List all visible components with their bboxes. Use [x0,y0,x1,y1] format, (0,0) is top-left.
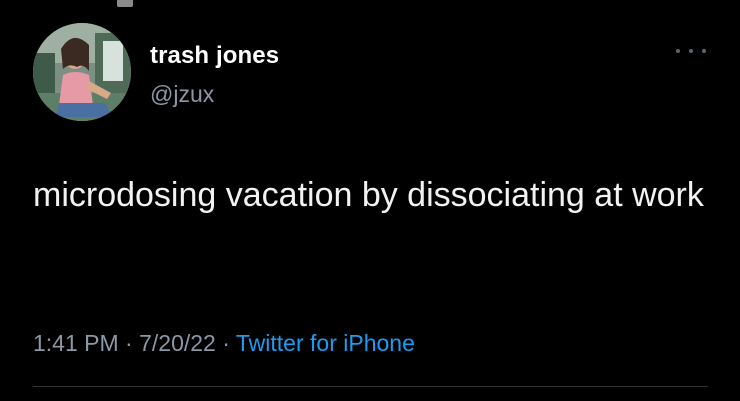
dot [676,49,680,53]
meta-separator: · [222,330,230,356]
dot [702,49,706,53]
avatar[interactable] [33,23,131,121]
divider [33,386,708,387]
dot [689,49,693,53]
avatar-photo [33,23,131,121]
more-horizontal-icon[interactable] [676,44,706,58]
tweet-date[interactable]: 7/20/22 [139,330,216,356]
user-handle[interactable]: @jzux [150,81,214,108]
tweet-meta: 1:41 PM · 7/20/22 · Twitter for iPhone [33,330,415,357]
tweet-text: microdosing vacation by dissociating at … [33,176,704,214]
top-edge-fragment [117,0,133,7]
tweet-time[interactable]: 1:41 PM [33,330,119,356]
tweet-card: trash jones @jzux microdosing vacation b… [0,0,740,401]
display-name[interactable]: trash jones [150,42,279,70]
tweet-source-link[interactable]: Twitter for iPhone [236,330,415,356]
meta-separator: · [125,330,133,356]
